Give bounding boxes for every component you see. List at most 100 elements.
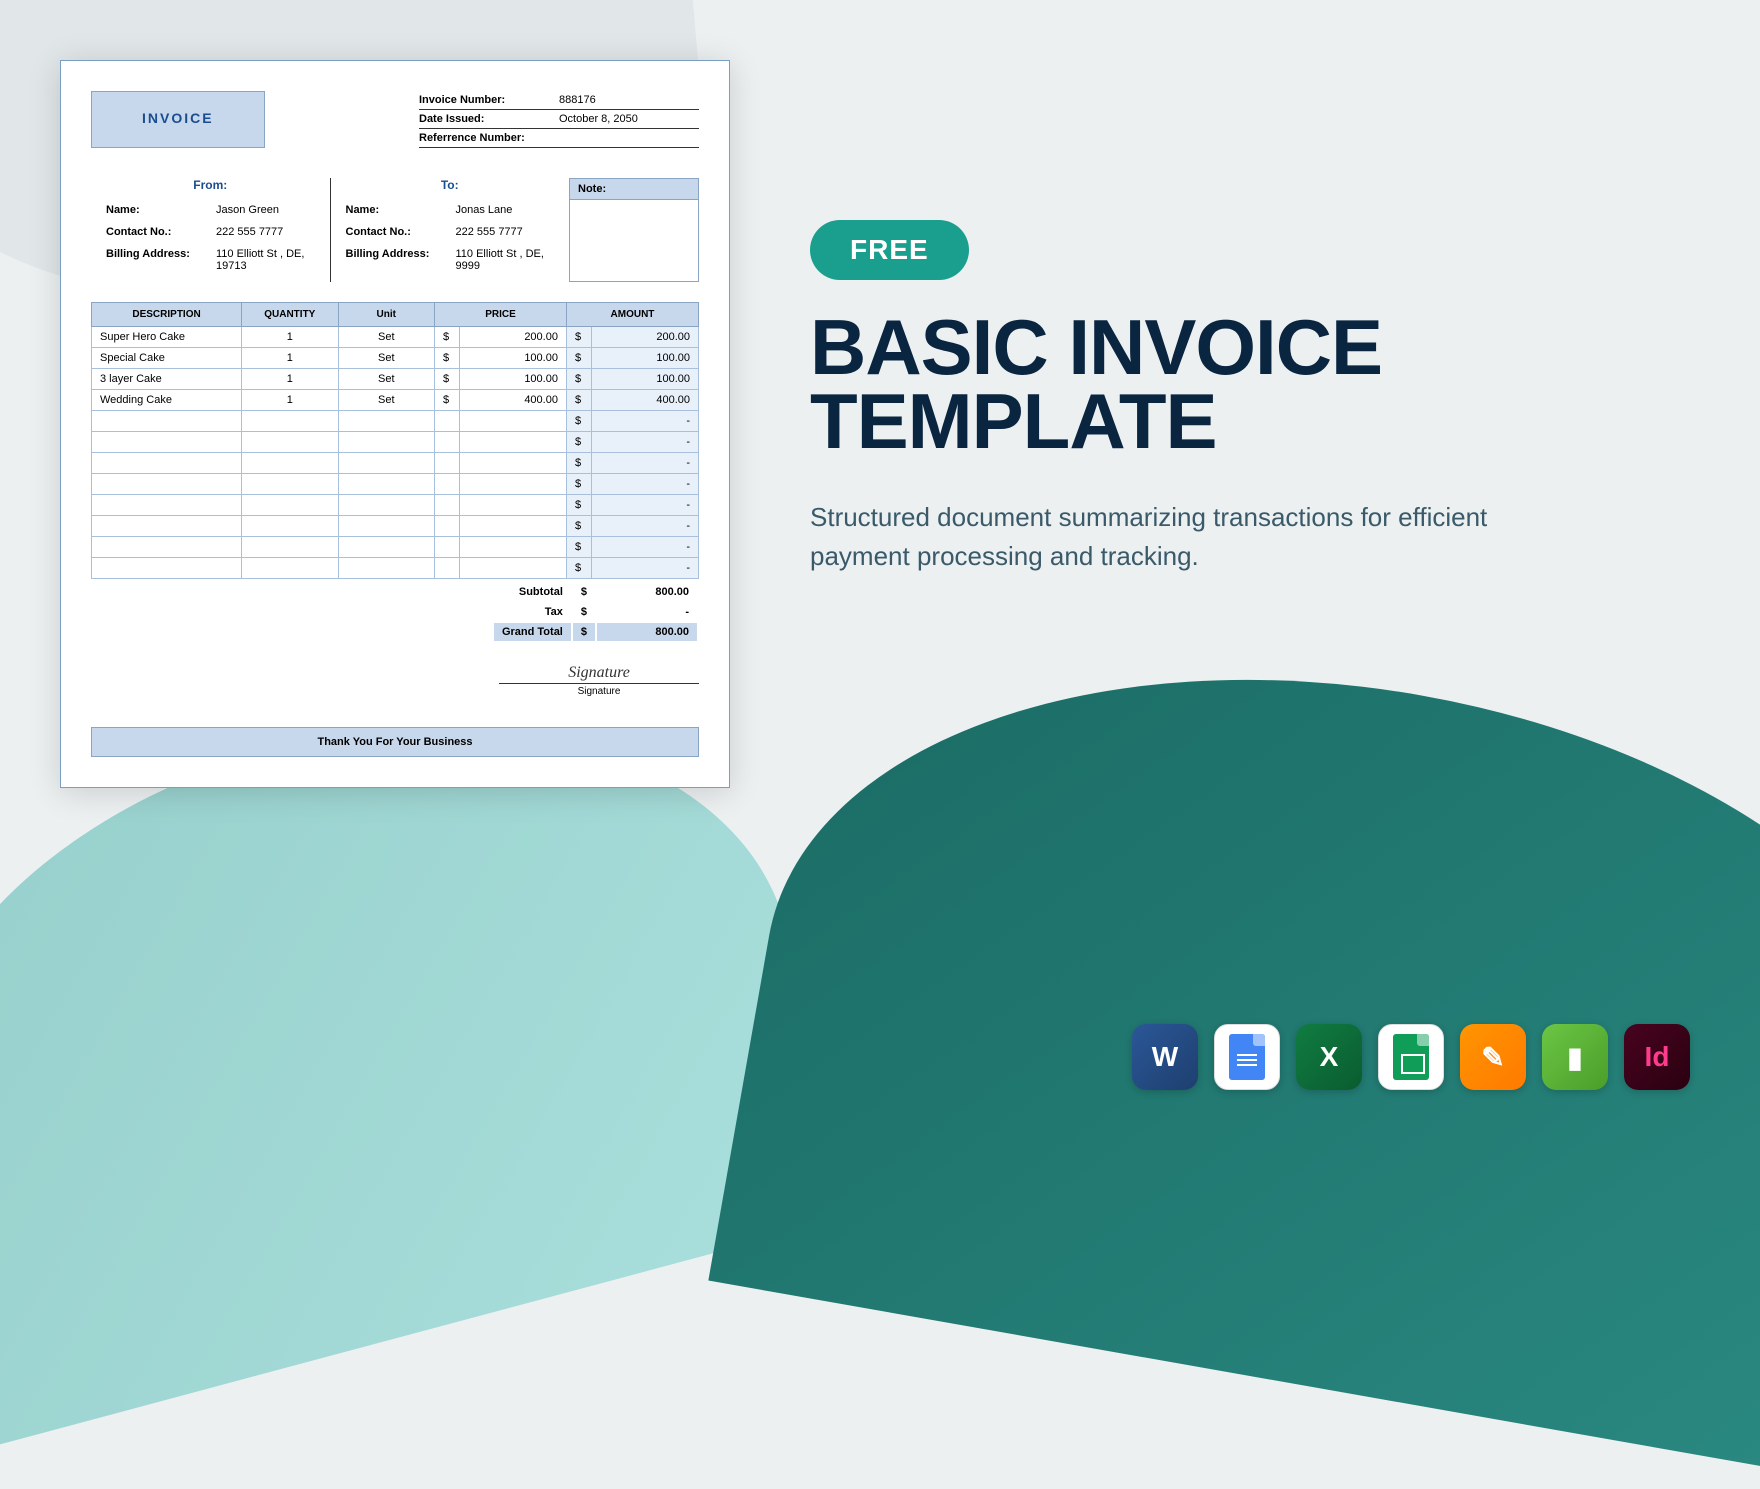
grand-total-row: Grand Total $ 800.00 [494,623,697,641]
invoice-header: INVOICE Invoice Number: 888176 Date Issu… [91,91,699,148]
subtotal-label: Subtotal [494,583,571,601]
from-contact-row: Contact No.: 222 555 7777 [106,226,315,238]
table-row-empty: $ - [92,411,699,432]
cell-amount-currency: $ [566,327,591,348]
indesign-icon[interactable]: Id [1624,1024,1690,1090]
cell-amount-value: 100.00 [591,348,698,369]
to-header: To: [346,178,555,192]
totals-section: Subtotal $ 800.00 Tax $ - Grand Total $ … [91,581,699,643]
from-name-value: Jason Green [216,204,315,216]
table-row-empty: $ - [92,495,699,516]
cell-amount-currency: $ [566,495,591,516]
cell-amount-currency: $ [566,558,591,579]
invoice-number-label: Invoice Number: [419,94,559,106]
app-icons-row: W X ✎ ▮ Id [1132,1024,1690,1090]
invoice-title-badge: INVOICE [91,91,265,148]
col-quantity: QUANTITY [242,303,338,327]
note-header: Note: [570,179,698,200]
numbers-icon[interactable]: ▮ [1542,1024,1608,1090]
excel-icon[interactable]: X [1296,1024,1362,1090]
tax-row: Tax $ - [494,603,697,621]
footer-bar: Thank You For Your Business [91,727,699,757]
cell-amount-currency: $ [566,432,591,453]
cell-amount-dash: - [591,495,698,516]
promo-title: BASIC INVOICE TEMPLATE [810,310,1700,458]
cell-amount-dash: - [591,453,698,474]
col-amount: AMOUNT [566,303,698,327]
cell-quantity: 1 [242,369,338,390]
totals-table: Subtotal $ 800.00 Tax $ - Grand Total $ … [492,581,699,643]
to-contact-row: Contact No.: 222 555 7777 [346,226,555,238]
cell-amount-dash: - [591,537,698,558]
table-row-empty: $ - [92,558,699,579]
from-name-row: Name: Jason Green [106,204,315,216]
table-row: Super Hero Cake 1 Set $ 200.00 $ 200.00 [92,327,699,348]
grand-total-value: 800.00 [597,623,697,641]
cell-amount-currency: $ [566,474,591,495]
subtotal-currency: $ [573,583,595,601]
google-sheets-icon[interactable] [1378,1024,1444,1090]
cell-unit: Set [338,390,434,411]
cell-amount-currency: $ [566,453,591,474]
table-row-empty: $ - [92,474,699,495]
note-body [570,200,698,280]
tax-currency: $ [573,603,595,621]
cell-amount-currency: $ [566,537,591,558]
reference-number-label: Referrence Number: [419,132,559,144]
main-container: INVOICE Invoice Number: 888176 Date Issu… [0,0,1760,1140]
tax-label: Tax [494,603,571,621]
col-price: PRICE [435,303,567,327]
cell-amount-dash: - [591,432,698,453]
invoice-document: INVOICE Invoice Number: 888176 Date Issu… [60,60,730,788]
to-name-row: Name: Jonas Lane [346,204,555,216]
parties-section: From: Name: Jason Green Contact No.: 222… [91,178,699,282]
grand-total-label: Grand Total [494,623,571,641]
from-header: From: [106,178,315,192]
date-issued-value: October 8, 2050 [559,113,699,125]
from-block: From: Name: Jason Green Contact No.: 222… [91,178,331,282]
cell-quantity: 1 [242,390,338,411]
cell-description: 3 layer Cake [92,369,242,390]
cell-unit: Set [338,327,434,348]
cell-amount-currency: $ [566,516,591,537]
cell-price-currency: $ [435,327,460,348]
promo-panel: FREE BASIC INVOICE TEMPLATE Structured d… [810,60,1700,576]
table-row: Wedding Cake 1 Set $ 400.00 $ 400.00 [92,390,699,411]
date-issued-label: Date Issued: [419,113,559,125]
to-address-label: Billing Address: [346,248,456,272]
tax-value: - [597,603,697,621]
cell-quantity: 1 [242,327,338,348]
from-name-label: Name: [106,204,216,216]
cell-amount-value: 400.00 [591,390,698,411]
cell-unit: Set [338,348,434,369]
cell-price-value: 400.00 [459,390,566,411]
cell-amount-currency: $ [566,369,591,390]
date-issued-row: Date Issued: October 8, 2050 [419,110,699,129]
cell-amount-dash: - [591,516,698,537]
cell-amount-dash: - [591,558,698,579]
from-contact-value: 222 555 7777 [216,226,315,238]
note-block: Note: [569,178,699,282]
cell-amount-dash: - [591,411,698,432]
signature-scribble: Signature [568,664,630,682]
promo-description: Structured document summarizing transact… [810,498,1510,576]
reference-number-value [559,132,699,144]
cell-price-value: 200.00 [459,327,566,348]
google-docs-icon[interactable] [1214,1024,1280,1090]
invoice-number-row: Invoice Number: 888176 [419,91,699,110]
cell-price-value: 100.00 [459,369,566,390]
table-row-empty: $ - [92,432,699,453]
to-address-value: 110 Elliott St , DE, 9999 [456,248,555,272]
cell-price-currency: $ [435,348,460,369]
from-address-row: Billing Address: 110 Elliott St , DE, 19… [106,248,315,272]
from-address-label: Billing Address: [106,248,216,272]
word-icon[interactable]: W [1132,1024,1198,1090]
pages-icon[interactable]: ✎ [1460,1024,1526,1090]
invoice-number-value: 888176 [559,94,699,106]
cell-description: Super Hero Cake [92,327,242,348]
col-unit: Unit [338,303,434,327]
free-badge: FREE [810,220,969,280]
cell-amount-value: 200.00 [591,327,698,348]
cell-price-currency: $ [435,369,460,390]
cell-price-value: 100.00 [459,348,566,369]
